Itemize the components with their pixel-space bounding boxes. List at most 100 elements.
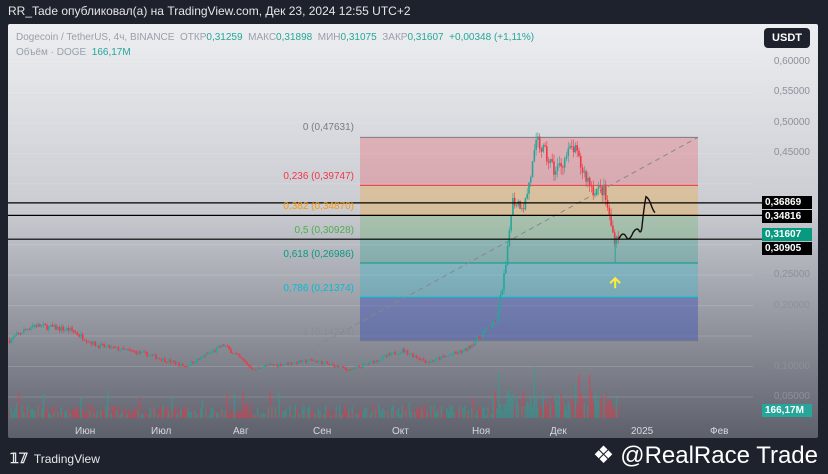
candle-body — [169, 359, 171, 363]
candle-body — [203, 356, 205, 358]
volume-bar — [374, 409, 377, 418]
volume-bar — [147, 414, 150, 418]
volume-bar — [604, 392, 607, 418]
volume-bar — [422, 407, 425, 418]
candle-body — [601, 186, 603, 196]
high-label: МАКС — [248, 32, 277, 43]
volume-bar — [228, 414, 230, 418]
volume-bar — [469, 414, 471, 418]
candle-body — [64, 329, 66, 331]
candle-body — [492, 320, 495, 327]
candle-body — [160, 358, 163, 361]
candle-body — [14, 335, 16, 337]
volume-bar — [506, 390, 509, 418]
candle-body — [219, 346, 221, 348]
volume-bar — [496, 407, 498, 418]
price-tag-line2: 0,34816 — [762, 210, 812, 223]
volume-bar — [114, 406, 116, 418]
candle-body — [597, 185, 600, 189]
watermark-text: @RealRace Trade — [620, 441, 818, 469]
candle-body — [455, 351, 457, 353]
candle-body — [269, 364, 271, 366]
candle-body — [392, 351, 395, 353]
candle-body — [372, 360, 375, 364]
volume-bar — [581, 397, 584, 418]
candle-body — [481, 333, 484, 339]
candle-body — [390, 352, 393, 355]
candle-body — [358, 366, 361, 368]
price-axis-label: 0,20000 — [773, 299, 810, 311]
candle-body — [288, 362, 291, 365]
volume-bar — [106, 391, 109, 418]
candle-body — [401, 348, 404, 353]
chart-pane[interactable]: Dogecoin / TetherUS, 4ч, BINANCE ОТКР0,3… — [8, 24, 818, 438]
currency-button[interactable]: USDT — [764, 28, 810, 48]
volume-bar — [476, 410, 479, 418]
volume-bar — [78, 414, 80, 418]
volume-bar — [387, 409, 389, 418]
candle-body — [378, 360, 380, 362]
candle-body — [142, 351, 145, 353]
volume-bar — [544, 400, 546, 418]
candle-body — [37, 324, 39, 328]
tradingview-logo[interactable]: 𝟙𝟟 TradingView — [10, 450, 100, 467]
volume-bar — [208, 414, 211, 418]
candle-body — [453, 351, 455, 355]
fib-label: 1 (0,14224) — [302, 326, 354, 338]
candle-body — [115, 347, 118, 348]
volume-bar — [405, 410, 407, 418]
volume-bar — [110, 412, 113, 418]
candle-body — [449, 354, 452, 356]
candle-body — [151, 354, 154, 356]
candle-body — [121, 347, 123, 351]
volume-bar — [180, 409, 182, 418]
candle-body — [24, 329, 27, 331]
volume-label: Объём · DOGE — [16, 47, 87, 58]
volume-bar — [508, 390, 511, 418]
volume-bar — [465, 411, 468, 418]
volume-bar — [449, 405, 452, 418]
volume-bar — [31, 408, 34, 418]
candle-body — [235, 353, 238, 355]
symbol-label[interactable]: Dogecoin / TetherUS, 4ч, BINANCE — [16, 32, 174, 43]
volume-bar — [89, 411, 91, 418]
volume-bar — [187, 408, 189, 418]
fib-zone — [360, 297, 698, 341]
volume-bar — [524, 405, 527, 418]
candle-body — [228, 346, 230, 349]
candle-body — [488, 327, 491, 329]
volume-bar — [430, 406, 432, 418]
candle-body — [290, 362, 293, 365]
candle-body — [440, 356, 443, 360]
volume-bar — [103, 409, 105, 418]
volume-bar — [503, 403, 505, 418]
candle-body — [189, 365, 191, 367]
candle-body — [12, 336, 14, 339]
candle-body — [297, 360, 300, 364]
price-chart[interactable] — [8, 24, 818, 438]
candle-body — [233, 353, 236, 355]
volume-bar — [230, 412, 232, 418]
candle-body — [412, 353, 414, 358]
volume-bar — [578, 374, 580, 418]
candle-body — [524, 198, 527, 210]
candle-body — [579, 156, 582, 168]
volume-bar — [169, 408, 171, 418]
candle-body — [371, 360, 373, 362]
volume-bar — [146, 413, 148, 418]
candle-body — [30, 327, 32, 330]
candle-body — [549, 159, 552, 163]
candle-body — [458, 350, 461, 354]
volume-bar — [131, 412, 134, 418]
candle-body — [205, 353, 207, 358]
volume-bar — [130, 413, 132, 418]
candle-body — [538, 136, 541, 149]
volume-bar — [48, 412, 50, 418]
volume-bar — [601, 395, 603, 418]
volume-bar — [37, 406, 39, 418]
candle-body — [272, 364, 275, 366]
volume-bar — [446, 408, 448, 418]
volume-bar — [501, 409, 504, 418]
volume-bar — [349, 412, 352, 418]
candle-body — [124, 349, 127, 351]
